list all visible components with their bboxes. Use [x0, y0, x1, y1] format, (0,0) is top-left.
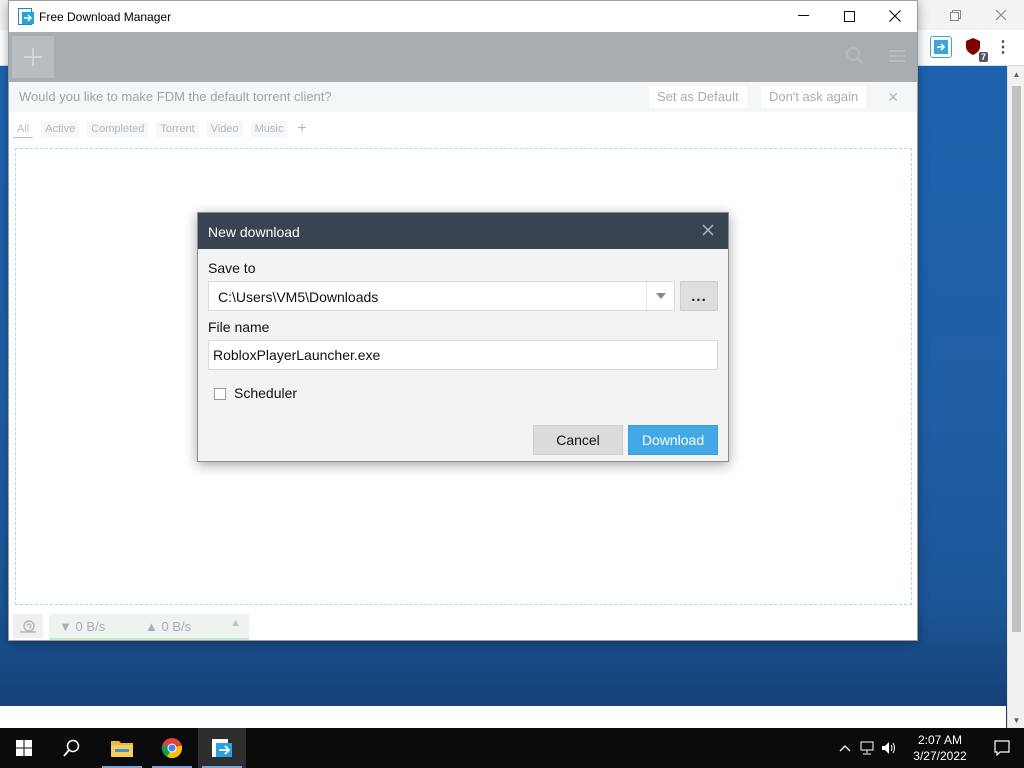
- add-tab-plus-icon[interactable]: +: [297, 120, 306, 138]
- fdm-icon: [18, 8, 34, 25]
- status-bar: ▼ 0 B/s ▲ 0 B/s ▲: [9, 610, 917, 640]
- close-icon: [889, 10, 901, 22]
- chevron-up-icon: [839, 745, 851, 752]
- close-button[interactable]: [872, 1, 918, 31]
- browser-scrollbar[interactable]: ▲ ▼: [1007, 66, 1024, 728]
- tab-torrent[interactable]: Torrent: [156, 121, 199, 137]
- snail-icon: [20, 620, 36, 633]
- action-center-button[interactable]: [980, 728, 1024, 768]
- plus-icon: [24, 48, 42, 66]
- save-to-label: Save to: [208, 260, 256, 276]
- system-clock[interactable]: 2:07 AM 3/27/2022: [900, 732, 980, 764]
- scroll-down-arrow-icon[interactable]: ▼: [1008, 712, 1024, 728]
- hamburger-icon: [889, 50, 905, 62]
- network-icon[interactable]: [856, 728, 878, 768]
- clock-date: 3/27/2022: [913, 749, 967, 763]
- notification-icon: [994, 740, 1010, 756]
- upload-speed-value: 0 B/s: [161, 618, 192, 634]
- file-explorer-taskbar-button[interactable]: [98, 728, 146, 768]
- browser-page-bottom: [0, 706, 1006, 728]
- save-to-dropdown-button[interactable]: [646, 282, 674, 310]
- maximize-button[interactable]: [826, 1, 872, 31]
- tab-music[interactable]: Music: [250, 121, 288, 137]
- fdm-taskbar-button[interactable]: [198, 728, 246, 768]
- download-speed-value: 0 B/s: [75, 618, 106, 634]
- extension-badge: 7: [978, 52, 988, 62]
- fdm-icon: [934, 40, 948, 54]
- fdm-extension-icon[interactable]: [930, 36, 952, 58]
- download-speed: ▼ 0 B/s: [59, 618, 106, 634]
- minimize-button[interactable]: [780, 1, 826, 31]
- main-menu-button[interactable]: [885, 44, 909, 68]
- save-to-value: C:\Users\VM5\Downloads: [218, 289, 379, 305]
- dont-ask-again-button[interactable]: Don't ask again: [761, 86, 867, 108]
- filter-tabs: All Active Completed Torrent Video Music…: [13, 118, 307, 140]
- maximize-icon: [843, 10, 855, 22]
- notification-close-icon[interactable]: ✕: [887, 89, 899, 106]
- dialog-title: New download: [208, 224, 300, 240]
- expand-chevron-icon[interactable]: ▲: [230, 617, 241, 629]
- search-taskbar-button[interactable]: [48, 728, 96, 768]
- windows-start-icon: [16, 740, 32, 756]
- download-button[interactable]: Download: [628, 425, 718, 455]
- volume-icon[interactable]: [878, 728, 900, 768]
- save-to-combobox[interactable]: C:\Users\VM5\Downloads: [208, 281, 675, 311]
- speaker-icon: [882, 742, 895, 754]
- upload-speed: ▲ 0 B/s: [145, 618, 192, 634]
- speed-panel[interactable]: ▼ 0 B/s ▲ 0 B/s ▲: [49, 614, 249, 640]
- tab-completed[interactable]: Completed: [87, 121, 149, 137]
- scheduler-checkbox[interactable]: [214, 388, 226, 400]
- search-icon: [846, 47, 864, 65]
- restore-icon: [949, 9, 961, 21]
- folder-icon: [111, 741, 133, 757]
- close-icon[interactable]: [700, 222, 716, 238]
- minimize-icon: [797, 15, 809, 16]
- set-as-default-button[interactable]: Set as Default: [649, 86, 747, 108]
- cancel-button[interactable]: Cancel: [533, 425, 623, 455]
- tray-overflow-chevron-icon[interactable]: [834, 728, 856, 768]
- window-title: Free Download Manager: [39, 9, 172, 24]
- taskbar: 2:07 AM 3/27/2022: [0, 728, 1024, 768]
- network-icon: [860, 741, 874, 755]
- search-icon: [63, 739, 80, 757]
- search-button[interactable]: [843, 44, 867, 68]
- file-name-input[interactable]: [208, 340, 718, 370]
- tab-active[interactable]: Active: [41, 121, 80, 137]
- main-toolbar: [9, 32, 917, 82]
- browser-menu-button[interactable]: ⋮: [992, 36, 1014, 58]
- chrome-icon: [161, 738, 183, 759]
- new-download-dialog: New download Save to C:\Users\VM5\Downlo…: [197, 212, 729, 462]
- browser-close-button[interactable]: [978, 0, 1024, 30]
- add-download-button[interactable]: [12, 36, 54, 78]
- kebab-menu-icon: ⋮: [995, 39, 1011, 56]
- scroll-up-arrow-icon[interactable]: ▲: [1008, 66, 1024, 82]
- title-bar: Free Download Manager: [9, 1, 917, 32]
- file-name-label: File name: [208, 319, 270, 335]
- fdm-icon: [212, 739, 232, 757]
- close-icon: [995, 9, 1007, 21]
- system-tray: 2:07 AM 3/27/2022: [834, 728, 1024, 768]
- default-client-notification: Would you like to make FDM the default t…: [9, 82, 917, 112]
- ublock-extension-icon[interactable]: 7: [962, 36, 988, 62]
- notification-text: Would you like to make FDM the default t…: [19, 89, 332, 104]
- clock-time: 2:07 AM: [917, 733, 963, 747]
- scrollbar-thumb[interactable]: [1012, 86, 1021, 632]
- dialog-header: New download: [198, 213, 728, 249]
- browse-folder-button[interactable]: ...: [680, 281, 718, 311]
- scheduler-label[interactable]: Scheduler: [234, 385, 297, 401]
- tab-video[interactable]: Video: [206, 121, 243, 137]
- browser-restore-button[interactable]: [932, 0, 978, 30]
- tab-all[interactable]: All: [13, 121, 34, 138]
- speed-limit-button[interactable]: [13, 614, 43, 638]
- chevron-down-icon: [655, 293, 666, 299]
- start-button[interactable]: [0, 728, 48, 768]
- chrome-taskbar-button[interactable]: [148, 728, 196, 768]
